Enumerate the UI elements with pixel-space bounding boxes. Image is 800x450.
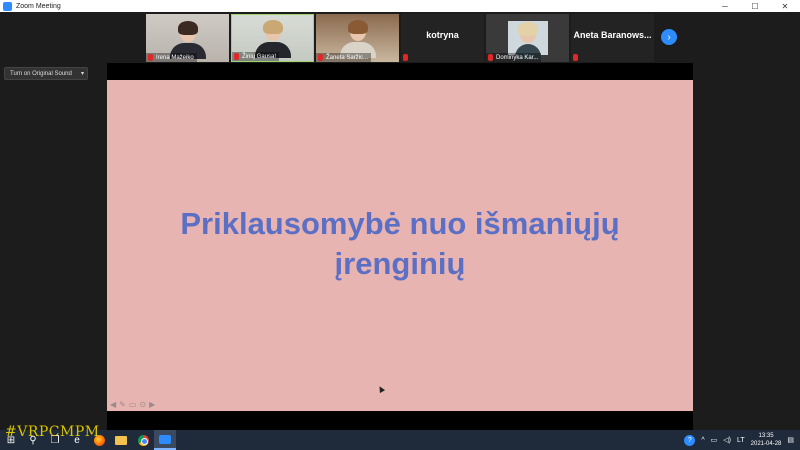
clock-date: 2021-04-28 xyxy=(750,441,782,447)
original-sound-button[interactable]: Turn on Original Sound ▾ xyxy=(4,67,88,80)
participant-tile[interactable]: kotryna xyxy=(401,14,484,62)
mic-muted-icon xyxy=(234,53,239,60)
options-icon[interactable]: ⊙ xyxy=(139,400,146,409)
pen-icon[interactable]: ✎ xyxy=(119,400,126,409)
participant-name: Žinių Gausa! xyxy=(242,53,277,60)
participant-display-name: Aneta Baranows... xyxy=(573,30,652,40)
participant-tile[interactable]: Aneta Baranows... xyxy=(571,14,654,62)
mouse-cursor-icon xyxy=(376,384,386,394)
participant-tile-active-speaker[interactable]: Žinių Gausa! xyxy=(231,14,314,62)
original-sound-label: Turn on Original Sound xyxy=(10,70,72,77)
participant-strip: Irena Mažeiko Žinių Gausa! Žaneta Saržic… xyxy=(146,14,654,62)
chevron-down-icon[interactable]: ▾ xyxy=(81,70,84,77)
window-title: Zoom Meeting xyxy=(16,2,61,10)
notifications-icon[interactable]: ▤ xyxy=(787,436,794,444)
mic-muted-icon xyxy=(318,54,323,61)
participant-namebar: Žinių Gausa! xyxy=(232,52,280,61)
next-participants-button[interactable]: › xyxy=(661,29,677,45)
chevron-up-icon[interactable]: ^ xyxy=(701,437,704,444)
previous-slide-icon[interactable]: ◀ xyxy=(110,400,116,409)
participant-video xyxy=(507,21,548,60)
file-explorer-taskbar-button[interactable] xyxy=(110,430,132,450)
windows-taskbar: ⊞ ⚲ ❐ e ? ^ ▭ ◁) LT 13:35 2021-04-28 ▤ xyxy=(0,430,800,450)
mic-muted-icon xyxy=(403,54,408,61)
title-bar: Zoom Meeting ─ ☐ ✕ xyxy=(0,0,800,12)
mic-muted-icon xyxy=(573,54,578,61)
participant-name: Dominyka Kar... xyxy=(496,54,539,61)
participant-name: Žaneta Saržic... xyxy=(326,54,369,61)
participant-namebar xyxy=(571,53,584,62)
folder-icon xyxy=(115,435,127,445)
participant-namebar: Dominyka Kar... xyxy=(486,53,542,62)
presentation-slide: Priklausomybė nuo išmaniųjų įrenginių ◀ … xyxy=(107,80,693,411)
participant-namebar xyxy=(401,53,414,62)
zoom-taskbar-button[interactable] xyxy=(154,430,176,450)
system-tray: ? ^ ▭ ◁) LT 13:35 2021-04-28 ▤ xyxy=(684,430,800,450)
zoom-icon xyxy=(159,434,171,444)
help-icon[interactable]: ? xyxy=(684,434,696,446)
minimize-button[interactable]: ─ xyxy=(710,0,740,12)
clock[interactable]: 13:35 2021-04-28 xyxy=(751,432,782,448)
volume-icon[interactable]: ◁) xyxy=(723,436,731,444)
network-icon[interactable]: ▭ xyxy=(711,436,718,444)
participant-tile[interactable]: Irena Mažeiko xyxy=(146,14,229,62)
next-slide-icon[interactable]: ▶ xyxy=(149,400,155,409)
watermark: #VRPCMPM xyxy=(5,424,100,440)
clock-time: 13:35 xyxy=(758,433,774,439)
participant-tile[interactable]: Dominyka Kar... xyxy=(486,14,569,62)
chrome-icon xyxy=(137,434,149,446)
zoom-app-icon xyxy=(3,1,12,11)
participant-tile[interactable]: Žaneta Saržic... xyxy=(316,14,399,62)
language-indicator[interactable]: LT xyxy=(737,437,745,444)
window-controls: ─ ☐ ✕ xyxy=(710,0,800,12)
participant-namebar: Irena Mažeiko xyxy=(146,53,197,62)
slideshow-controls: ◀ ✎ ▭ ⊙ ▶ xyxy=(110,400,155,409)
participant-namebar: Žaneta Saržic... xyxy=(316,53,372,62)
meeting-area: Irena Mažeiko Žinių Gausa! Žaneta Saržic… xyxy=(0,12,800,430)
shared-screen: Priklausomybė nuo išmaniųjų įrenginių ◀ … xyxy=(107,63,693,430)
slides-icon[interactable]: ▭ xyxy=(129,400,137,409)
chevron-right-icon: › xyxy=(667,31,671,43)
slide-title: Priklausomybė nuo išmaniųjų įrenginių xyxy=(180,206,620,281)
close-button[interactable]: ✕ xyxy=(770,0,800,12)
maximize-button[interactable]: ☐ xyxy=(740,0,770,12)
mic-muted-icon xyxy=(148,54,153,61)
participant-name: Irena Mažeiko xyxy=(156,54,194,61)
chrome-taskbar-button[interactable] xyxy=(132,430,154,450)
mic-muted-icon xyxy=(488,54,493,61)
participant-display-name: kotryna xyxy=(426,30,459,40)
